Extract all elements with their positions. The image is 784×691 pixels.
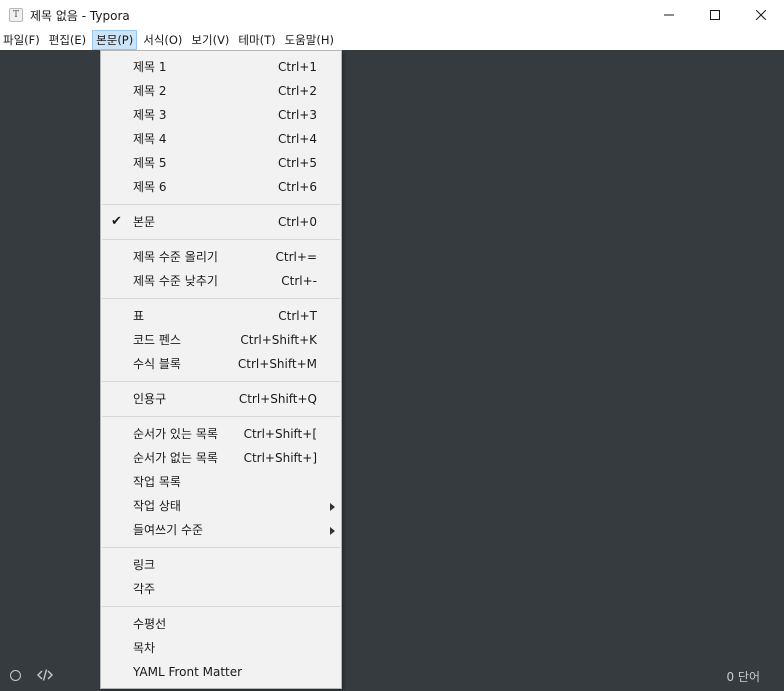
- menu-item-label: 표: [133, 309, 145, 323]
- menu-separator: [102, 239, 340, 240]
- menu-item-label: 제목 6: [133, 180, 167, 194]
- menu-item-task-list[interactable]: 작업 목록: [101, 470, 341, 494]
- window-controls: [646, 0, 784, 30]
- menu-item-heading-3[interactable]: 제목 3 Ctrl+3: [101, 103, 341, 127]
- word-count[interactable]: 0 단어: [726, 668, 760, 685]
- menu-item-label: 순서가 있는 목록: [133, 427, 218, 441]
- menu-item-label: 코드 펜스: [133, 333, 181, 347]
- menu-item-shortcut: Ctrl+Shift+K: [240, 333, 317, 347]
- minimize-icon: [664, 14, 674, 16]
- menu-item-yaml-front-matter[interactable]: YAML Front Matter: [101, 660, 341, 684]
- menu-item-shortcut: Ctrl+Shift+]: [243, 451, 317, 465]
- menu-item-label: 수식 블록: [133, 357, 181, 371]
- menu-separator: [102, 416, 340, 417]
- menu-item-shortcut: Ctrl+0: [277, 215, 317, 229]
- maximize-button[interactable]: [692, 0, 738, 30]
- menu-item-heading-4[interactable]: 제목 4 Ctrl+4: [101, 127, 341, 151]
- menu-edit[interactable]: 편집(E): [46, 30, 89, 50]
- menu-item-link[interactable]: 링크: [101, 553, 341, 577]
- minimize-button[interactable]: [646, 0, 692, 30]
- menu-file[interactable]: 파일(F): [0, 30, 43, 50]
- menu-bar: 파일(F) 편집(E) 본문(P) 서식(O) 보기(V) 테마(T) 도움말(…: [0, 30, 784, 50]
- menu-item-paragraph[interactable]: ✔ 본문 Ctrl+0: [101, 210, 341, 234]
- menu-item-heading-5[interactable]: 제목 5 Ctrl+5: [101, 151, 341, 175]
- typora-app-icon: T: [9, 8, 23, 22]
- menu-item-label: 각주: [133, 582, 156, 596]
- menu-item-label: 인용구: [133, 392, 167, 406]
- menu-item-heading-2[interactable]: 제목 2 Ctrl+2: [101, 79, 341, 103]
- menu-item-math-block[interactable]: 수식 블록 Ctrl+Shift+M: [101, 352, 341, 376]
- menu-item-label: 목차: [133, 641, 156, 655]
- menu-item-label: 제목 1: [133, 60, 167, 74]
- sidebar-toggle-icon[interactable]: [10, 670, 21, 681]
- menu-item-heading-6[interactable]: 제목 6 Ctrl+6: [101, 175, 341, 199]
- menu-item-label: 제목 5: [133, 156, 167, 170]
- menu-item-shortcut: Ctrl+Shift+[: [243, 427, 317, 441]
- menu-item-label: 들여쓰기 수준: [133, 523, 204, 537]
- menu-format[interactable]: 서식(O): [140, 30, 185, 50]
- menu-item-task-status[interactable]: 작업 상태: [101, 494, 341, 518]
- menu-view[interactable]: 보기(V): [188, 30, 232, 50]
- menu-item-ordered-list[interactable]: 순서가 있는 목록 Ctrl+Shift+[: [101, 422, 341, 446]
- menu-item-label: 제목 4: [133, 132, 167, 146]
- menu-paragraph[interactable]: 본문(P): [92, 30, 138, 50]
- menu-item-shortcut: Ctrl+-: [281, 274, 317, 288]
- menu-separator: [102, 547, 340, 548]
- menu-item-table[interactable]: 표 Ctrl+T: [101, 304, 341, 328]
- menu-item-footnote[interactable]: 각주: [101, 577, 341, 601]
- menu-item-shortcut: Ctrl+T: [278, 309, 317, 323]
- menu-separator: [102, 298, 340, 299]
- menu-item-decrease-heading-level[interactable]: 제목 수준 낮추기 Ctrl+-: [101, 269, 341, 293]
- menu-item-shortcut: Ctrl+6: [277, 180, 317, 194]
- close-button[interactable]: [738, 0, 784, 30]
- menu-item-label: 제목 수준 낮추기: [133, 274, 218, 288]
- menu-item-table-of-contents[interactable]: 목차: [101, 636, 341, 660]
- menu-help[interactable]: 도움말(H): [282, 30, 337, 50]
- maximize-icon: [710, 10, 720, 20]
- menu-item-shortcut: Ctrl+Shift+M: [237, 357, 317, 371]
- menu-item-label: YAML Front Matter: [133, 665, 243, 679]
- menu-item-label: 본문: [133, 215, 156, 229]
- menu-item-label: 수평선: [133, 617, 167, 631]
- menu-item-label: 제목 3: [133, 108, 167, 122]
- menu-item-horizontal-line[interactable]: 수평선: [101, 612, 341, 636]
- menu-item-shortcut: Ctrl+4: [277, 132, 317, 146]
- menu-separator: [102, 606, 340, 607]
- title-bar: T 제목 없음 - Typora: [0, 0, 784, 30]
- menu-separator: [102, 204, 340, 205]
- menu-item-quote[interactable]: 인용구 Ctrl+Shift+Q: [101, 387, 341, 411]
- menu-item-increase-heading-level[interactable]: 제목 수준 올리기 Ctrl+=: [101, 245, 341, 269]
- menu-separator: [102, 381, 340, 382]
- menu-item-code-fence[interactable]: 코드 펜스 Ctrl+Shift+K: [101, 328, 341, 352]
- menu-item-label: 링크: [133, 558, 156, 572]
- menu-item-shortcut: Ctrl+=: [275, 250, 317, 264]
- menu-item-unordered-list[interactable]: 순서가 없는 목록 Ctrl+Shift+]: [101, 446, 341, 470]
- menu-item-label: 순서가 없는 목록: [133, 451, 218, 465]
- submenu-arrow-icon: [330, 527, 335, 535]
- menu-item-shortcut: Ctrl+5: [277, 156, 317, 170]
- checkmark-icon: ✔: [111, 214, 122, 229]
- menu-item-shortcut: Ctrl+2: [277, 84, 317, 98]
- menu-item-label: 제목 수준 올리기: [133, 250, 218, 264]
- menu-item-shortcut: Ctrl+Shift+Q: [238, 392, 317, 406]
- menu-item-shortcut: Ctrl+3: [277, 108, 317, 122]
- source-code-mode-icon[interactable]: [37, 667, 53, 683]
- menu-themes[interactable]: 테마(T): [235, 30, 278, 50]
- window-title: 제목 없음 - Typora: [30, 8, 130, 23]
- menu-item-shortcut: Ctrl+1: [277, 60, 317, 74]
- close-icon: [756, 10, 766, 20]
- submenu-arrow-icon: [330, 503, 335, 511]
- menu-item-label: 제목 2: [133, 84, 167, 98]
- menu-item-label: 작업 상태: [133, 499, 181, 513]
- menu-item-list-indentation[interactable]: 들여쓰기 수준: [101, 518, 341, 542]
- paragraph-menu-dropdown: 제목 1 Ctrl+1 제목 2 Ctrl+2 제목 3 Ctrl+3 제목 4 Ctr…: [100, 50, 342, 689]
- menu-item-label: 작업 목록: [133, 475, 181, 489]
- menu-item-heading-1[interactable]: 제목 1 Ctrl+1: [101, 55, 341, 79]
